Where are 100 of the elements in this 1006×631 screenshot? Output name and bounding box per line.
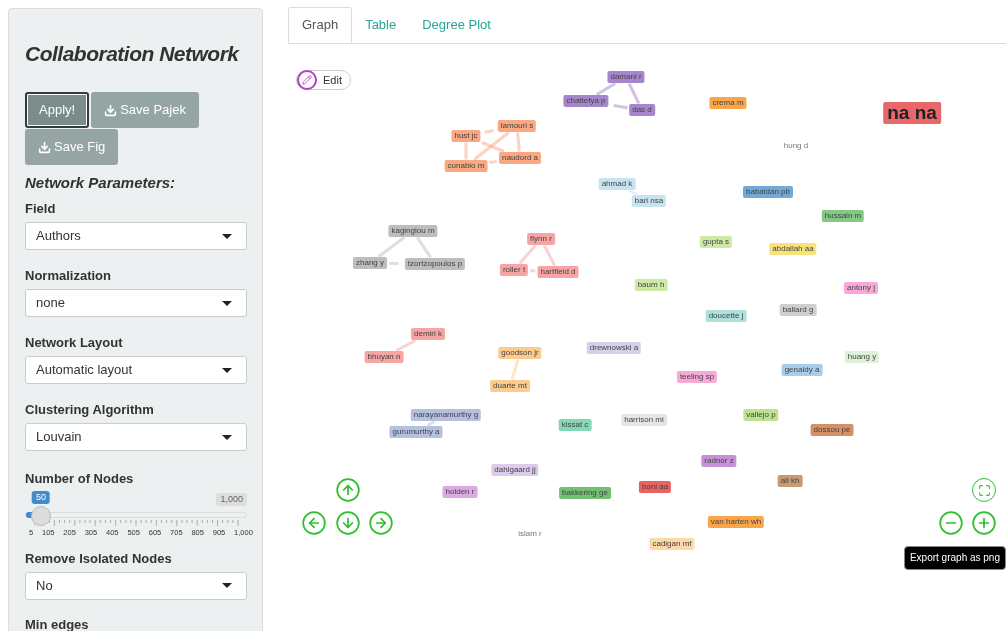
value-badge: 50 [32,490,51,504]
caret-icon [222,233,232,239]
graph-node[interactable]: van harten wh [707,516,765,528]
field-label: Remove Isolated Nodes [25,550,173,566]
field-label: Min edges [25,617,90,631]
graph-node[interactable]: antony j [844,282,878,294]
tooltip: Export graph as png [903,546,1006,570]
graph-node[interactable]: holden r [442,486,478,498]
graph-node[interactable]: babaldan pb [743,186,793,198]
edge-line [377,236,406,258]
tab[interactable]: Graph [288,7,353,43]
graph-node[interactable]: doucette j [705,310,747,322]
edge-line [426,420,436,427]
graph-node[interactable]: gurumurthy a [389,426,443,438]
graph-node[interactable]: drewnowski a [586,342,642,354]
apply-button[interactable]: Apply! [25,92,90,128]
graph-node[interactable]: huang y [844,351,880,363]
arrow-left-icon [301,510,327,536]
graph-node[interactable]: goodson jr [498,347,542,359]
pencil-icon [297,70,317,90]
download-icon [38,140,51,154]
graph-node[interactable]: zhang y [353,257,387,269]
graph-node[interactable]: narayanamurthy g [410,409,482,421]
graph-node[interactable]: tzortzopoulos p [404,258,466,270]
graph-node[interactable]: bhuyan n [364,351,404,363]
fit-view-icon [977,483,991,497]
graph-node[interactable]: genaidy a [781,364,823,376]
caret-icon [222,583,232,588]
graph-node[interactable]: chattefya p [563,95,609,107]
dropdown[interactable]: none [25,289,247,317]
graph-node[interactable]: bakkering ge [559,487,611,499]
caret-icon [222,367,232,373]
graph-node[interactable]: hust jc [451,130,481,142]
graph-node[interactable]: hartfield d [537,266,579,278]
field-label: Number of Nodes [25,470,135,488]
field-label: Field [25,201,57,216]
graph-node[interactable]: harrison mi [621,414,667,426]
zoom-out-button[interactable] [938,510,964,536]
graph-node[interactable]: radnor z [701,455,737,467]
graph-node-label[interactable]: islam r [518,529,542,539]
graph-node[interactable]: ahmad k [598,178,636,190]
graph-node[interactable]: na na [883,102,941,124]
graph-node[interactable]: gupta s [699,236,733,248]
graph-node[interactable]: vallejo p [743,409,779,421]
edge-line [518,244,537,265]
graph-node[interactable]: baum h [634,279,668,291]
edit-button[interactable]: Edit [296,70,351,90]
graph-node[interactable]: lamouri s [497,120,537,132]
graph-node[interactable]: kaginglou m [388,225,438,237]
graph-node[interactable]: duarte mt [490,380,530,392]
zoom-in-button[interactable] [971,510,997,536]
field-label: Clustering Algorithm [25,402,155,417]
graph-node[interactable]: naudord a [499,152,541,164]
edge-line [543,244,556,267]
download-icon [104,103,118,117]
graph-node[interactable]: teeling sp [676,371,718,383]
graph-node[interactable]: roller t [499,264,529,276]
edge-line [596,82,616,96]
graph-node[interactable]: das d [629,104,655,116]
graph-node[interactable]: hussain m [821,210,865,222]
arrow-down-icon [335,510,361,536]
graph-node[interactable]: damani r [607,71,645,83]
graph-node[interactable]: cadigan mf [649,538,695,550]
edge-line [395,339,417,352]
field-label: Normalization [25,268,112,283]
pan-down-button[interactable] [335,510,361,536]
graph-node[interactable]: cunabio m [444,160,488,172]
dropdown[interactable]: Automatic layout [25,356,247,384]
edge-line [510,359,520,380]
pan-right-button[interactable] [368,510,394,536]
caret-icon [222,300,232,306]
graph-node[interactable]: dossou pe [810,424,854,436]
dropdown[interactable]: Louvain [25,423,247,451]
edge-line [416,236,432,259]
tab[interactable]: Table [352,7,410,43]
graph-node-label[interactable]: hung d [783,141,809,151]
edge-line [388,261,399,265]
graph-node[interactable]: boni aa [638,481,672,493]
graph-node[interactable]: flynn r [527,233,555,245]
zoom-out-icon [938,510,964,536]
graph-node[interactable]: abdallah aa [769,243,817,255]
dropdown[interactable]: No [25,571,247,600]
dropdown[interactable]: Authors [25,222,247,250]
graph-node[interactable]: ballard g [779,304,817,316]
edge-line [464,142,468,160]
graph-node[interactable]: kissat c [558,419,592,431]
tab[interactable]: Degree Plot [409,7,504,43]
edge-line [530,269,536,273]
graph-node[interactable]: bari nsa [631,195,667,207]
edge-line [628,189,638,196]
pan-left-button[interactable] [301,510,327,536]
arrow-right-icon [368,510,394,536]
section-title: Network Parameters: [25,174,177,192]
pan-up-button[interactable] [335,477,361,503]
graph-node[interactable]: dahlgaard jj [491,464,539,476]
graph-node[interactable]: demiri k [411,328,445,340]
edge-line [516,132,521,152]
slider-thumb[interactable] [31,505,51,526]
graph-node[interactable]: ali kh [777,475,803,487]
graph-node[interactable]: crema m [709,97,747,109]
